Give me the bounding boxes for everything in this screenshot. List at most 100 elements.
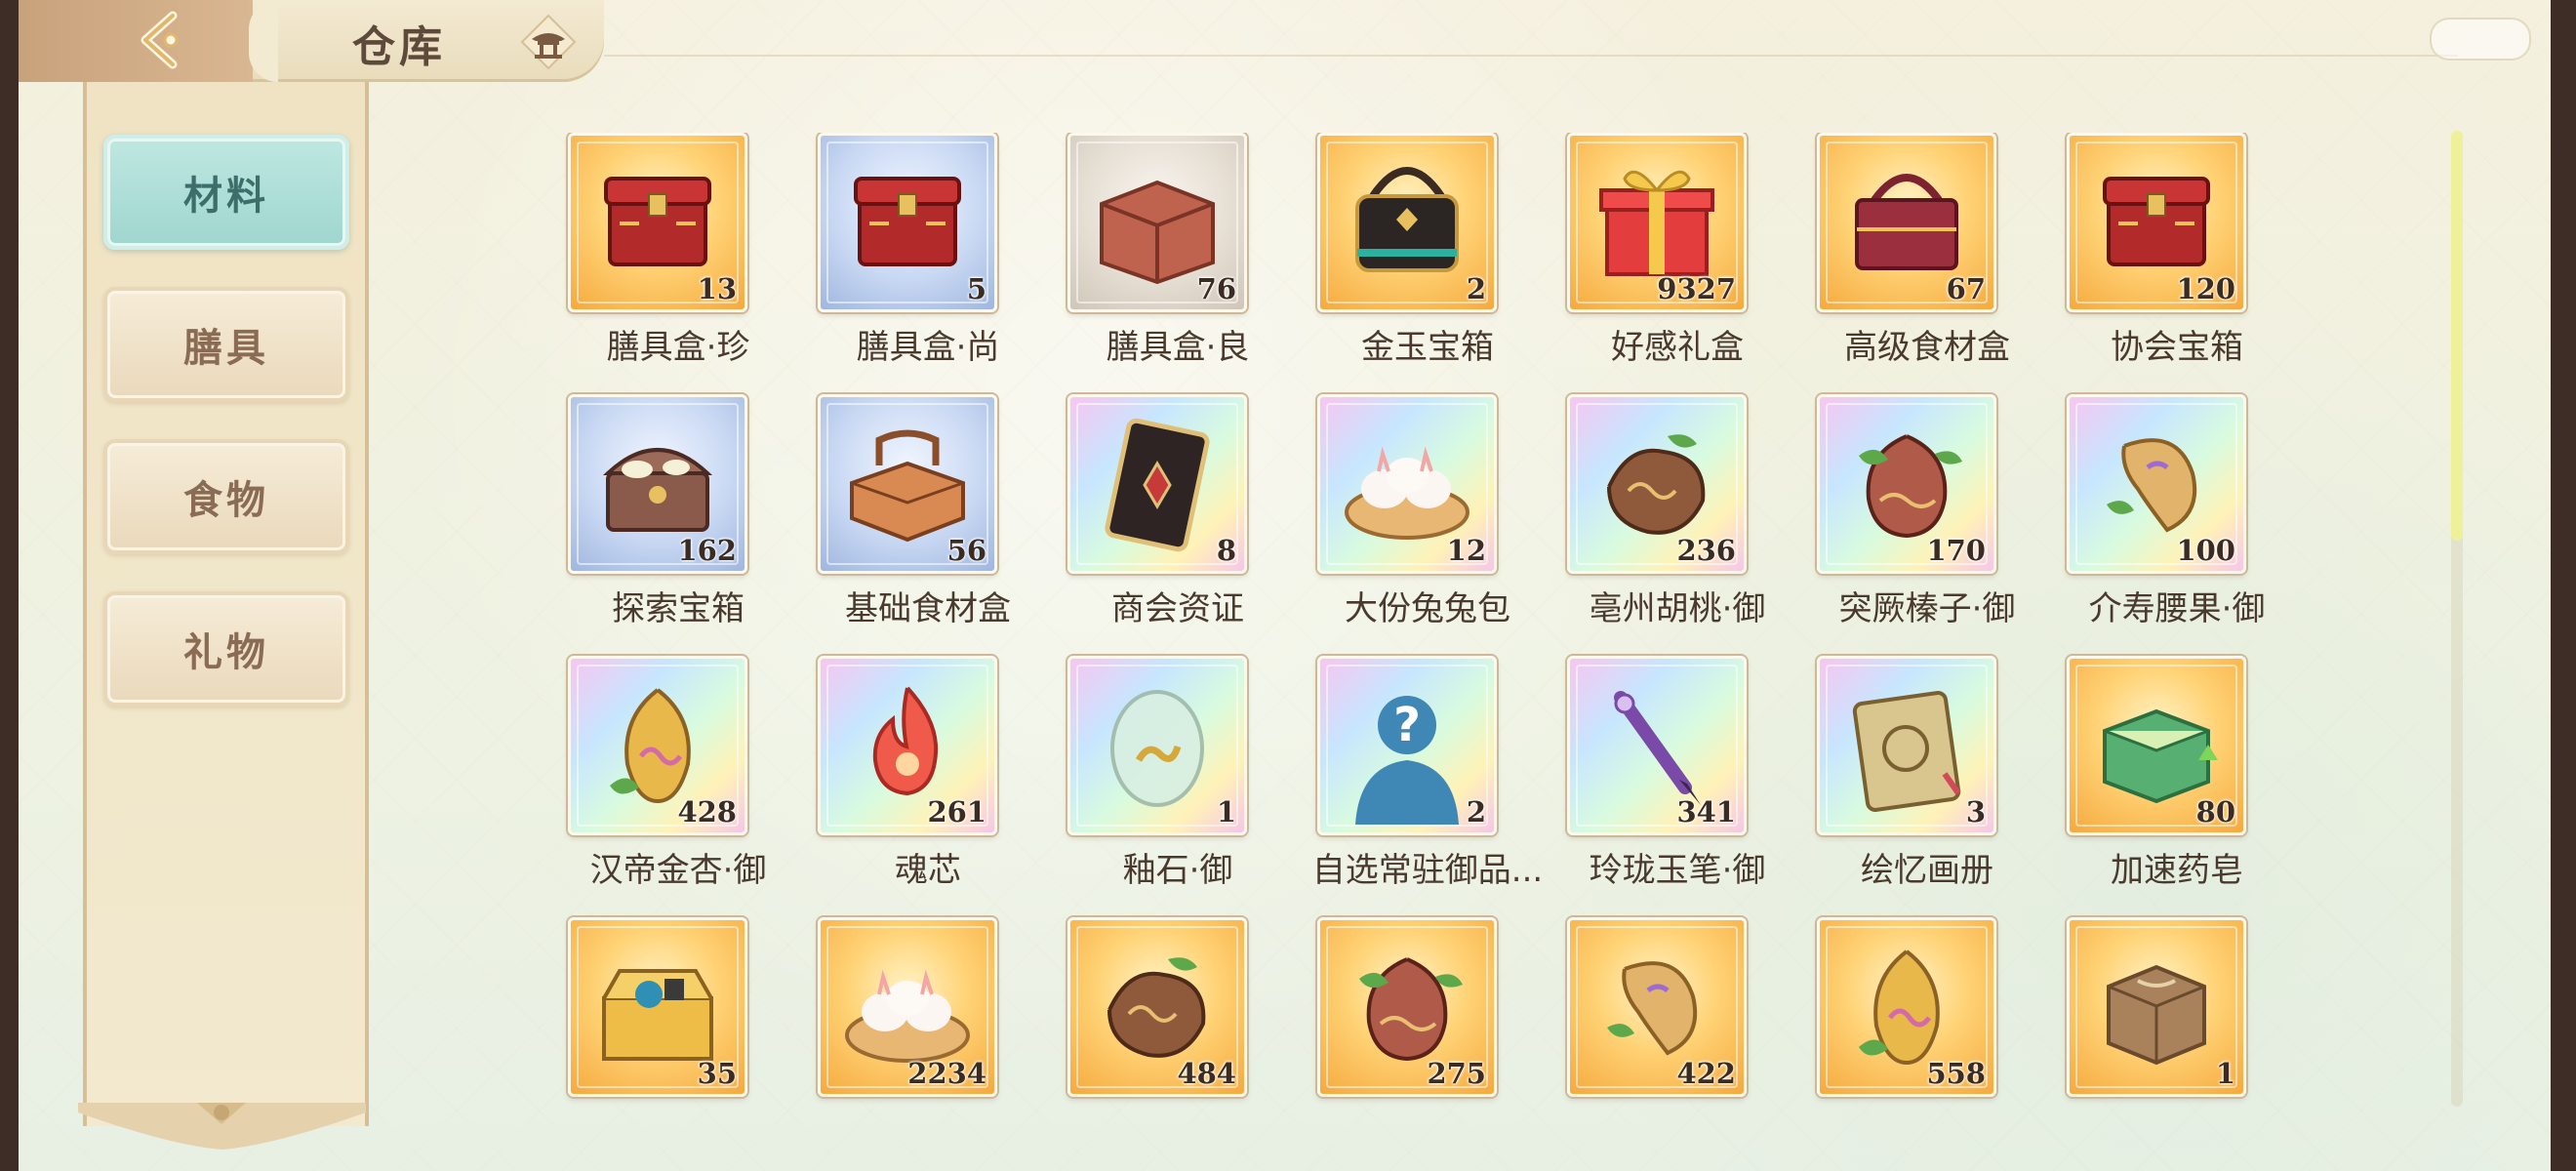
inventory-item[interactable]: 236 亳州胡桃·御	[1546, 394, 1809, 628]
item-card[interactable]: 9327	[1567, 133, 1747, 312]
item-card[interactable]: 80	[2067, 656, 2246, 835]
item-card[interactable]: 428	[568, 656, 747, 835]
tab-gifts-label: 礼物	[183, 629, 269, 675]
item-quantity: 8	[1216, 534, 1236, 567]
inventory-item[interactable]: 261 魂芯	[796, 656, 1060, 890]
inventory-item[interactable]: 35	[546, 917, 810, 1118]
item-quantity: 76	[1196, 272, 1236, 305]
item-quantity: 1	[1216, 795, 1236, 828]
item-card[interactable]: 76	[1067, 133, 1247, 312]
inventory-item[interactable]: 428 汉帝金杏·御	[546, 656, 810, 890]
item-quantity: 422	[1676, 1057, 1736, 1090]
inventory-item[interactable]: 484	[1046, 917, 1309, 1118]
item-quantity: 261	[927, 795, 986, 828]
inventory-item[interactable]: 162 探索宝箱	[546, 394, 810, 628]
item-card[interactable]: 484	[1067, 917, 1247, 1097]
header-divider	[604, 55, 2458, 57]
item-card[interactable]: ? 2	[1317, 656, 1497, 835]
inventory-item[interactable]: 1	[2045, 917, 2303, 1118]
inventory-item[interactable]: 341 玲珑玉笔·御	[1546, 656, 1809, 890]
inventory-item[interactable]: 100 介寿腰果·御	[2045, 394, 2303, 628]
item-quantity: 341	[1676, 795, 1736, 828]
back-button[interactable]	[134, 10, 194, 70]
inventory-item[interactable]: 275	[1296, 917, 1559, 1118]
item-card[interactable]: 120	[2067, 133, 2246, 312]
item-card[interactable]: 261	[818, 656, 997, 835]
inventory-item[interactable]: 67 高级食材盒	[1795, 133, 2059, 367]
inventory-item[interactable]: 2 金玉宝箱	[1296, 133, 1559, 367]
item-card[interactable]: 56	[818, 394, 997, 574]
corner-button[interactable]	[2430, 18, 2531, 61]
inventory-item[interactable]: 558	[1795, 917, 2059, 1118]
tab-tableware-label: 膳具	[183, 325, 269, 371]
item-quantity: 80	[2195, 795, 2235, 828]
item-card[interactable]: 341	[1567, 656, 1747, 835]
item-card[interactable]: 162	[568, 394, 747, 574]
inventory-item[interactable]: 76 膳具盒·良	[1046, 133, 1309, 367]
item-card[interactable]: 558	[1817, 917, 1996, 1097]
inventory-item[interactable]: 8 商会资证	[1046, 394, 1309, 628]
item-card[interactable]: 12	[1317, 394, 1497, 574]
item-card[interactable]: 1	[2067, 917, 2246, 1097]
item-card[interactable]: 170	[1817, 394, 1996, 574]
inventory-item[interactable]: 9327 好感礼盒	[1546, 133, 1809, 367]
item-name: 加速药皂	[2111, 851, 2243, 890]
item-card[interactable]: 8	[1067, 394, 1247, 574]
tab-tableware[interactable]: 膳具	[103, 287, 349, 402]
item-quantity: 3	[1965, 795, 1986, 828]
header-bar: 仓库	[19, 0, 2551, 82]
item-quantity: 2	[1466, 795, 1486, 828]
sidebar-tassel-ornament	[78, 1103, 366, 1150]
inventory-item[interactable]: 13 膳具盒·珍	[546, 133, 810, 367]
item-quantity: 170	[1926, 534, 1986, 567]
item-quantity: 1	[2215, 1057, 2235, 1090]
pavilion-icon	[520, 14, 577, 70]
item-grid: 13 膳具盒·珍 5 膳具盒·尚 76 膳具盒·良 2 金玉宝箱 9327 好感礼盒 67 高级食材盒…	[546, 133, 2303, 1118]
tab-food-label: 食物	[183, 477, 269, 523]
inventory-item[interactable]: 80 加速药皂	[2045, 656, 2303, 890]
inventory-item[interactable]: ? 2 自选常驻御品...	[1296, 656, 1559, 890]
page-title: 仓库	[352, 22, 446, 72]
item-quantity: 35	[697, 1057, 737, 1090]
item-quantity: 56	[946, 534, 986, 567]
tab-food[interactable]: 食物	[103, 439, 349, 554]
item-card[interactable]: 1	[1067, 656, 1247, 835]
item-card[interactable]: 3	[1817, 656, 1996, 835]
item-quantity: 428	[677, 795, 737, 828]
item-name: 介寿腰果·御	[2088, 589, 2266, 628]
item-card[interactable]: 2	[1317, 133, 1497, 312]
back-block	[19, 0, 253, 82]
inventory-item[interactable]: 5 膳具盒·尚	[796, 133, 1060, 367]
inventory-item[interactable]: 170 突厥榛子·御	[1795, 394, 2059, 628]
inventory-item[interactable]: 422	[1546, 917, 1809, 1118]
item-card[interactable]: 67	[1817, 133, 1996, 312]
scrollbar[interactable]	[2451, 131, 2463, 1107]
tab-materials-label: 材料	[183, 173, 269, 219]
inventory-item[interactable]: 56 基础食材盒	[796, 394, 1060, 628]
item-quantity: 236	[1676, 534, 1736, 567]
item-card[interactable]: 13	[568, 133, 747, 312]
item-quantity: 2	[1466, 272, 1486, 305]
item-card[interactable]: 422	[1567, 917, 1747, 1097]
tab-gifts[interactable]: 礼物	[103, 591, 349, 707]
item-card[interactable]: 2234	[818, 917, 997, 1097]
item-quantity: 100	[2176, 534, 2235, 567]
inventory-item[interactable]: 3 绘忆画册	[1795, 656, 2059, 890]
home-button[interactable]	[518, 12, 579, 72]
inventory-item[interactable]: 12 大份兔兔包	[1296, 394, 1559, 628]
tab-materials[interactable]: 材料	[103, 135, 349, 250]
inventory-item[interactable]: 2234	[796, 917, 1060, 1118]
item-card[interactable]: 236	[1567, 394, 1747, 574]
item-quantity: 67	[1946, 272, 1986, 305]
item-card[interactable]: 35	[568, 917, 747, 1097]
svg-text:?: ?	[1393, 698, 1421, 752]
scrollbar-thumb[interactable]	[2451, 131, 2463, 541]
inventory-item[interactable]: 120 协会宝箱	[2045, 133, 2303, 367]
right-frame	[2551, 0, 2576, 1171]
item-card[interactable]: 275	[1317, 917, 1497, 1097]
inventory-item[interactable]: 1 釉石·御	[1046, 656, 1309, 890]
item-quantity: 9327	[1657, 272, 1736, 305]
item-quantity: 558	[1926, 1057, 1986, 1090]
item-card[interactable]: 100	[2067, 394, 2246, 574]
item-card[interactable]: 5	[818, 133, 997, 312]
